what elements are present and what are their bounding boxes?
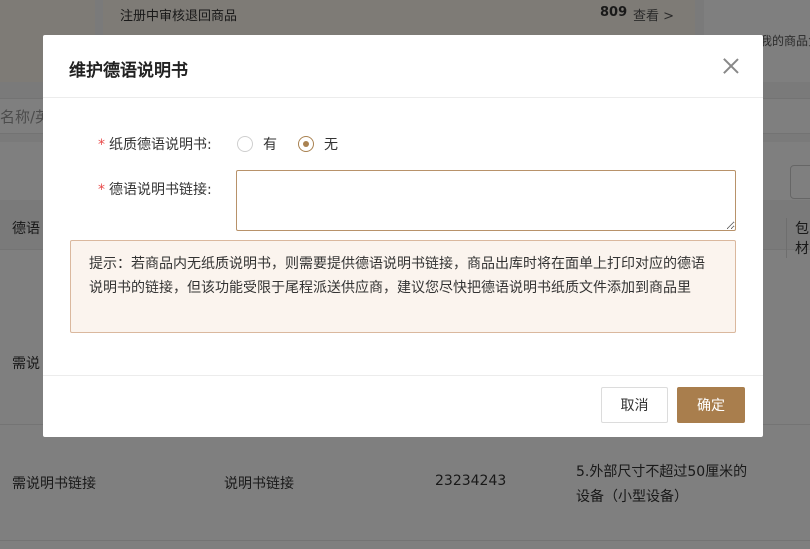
radio-option-no[interactable]: 无 (298, 134, 338, 154)
radio-circle-icon[interactable] (237, 136, 253, 152)
dialog-title: 维护德语说明书 (69, 61, 188, 81)
manual-link-label-text: 德语说明书链接: (109, 182, 212, 198)
radio-selected-icon[interactable] (298, 136, 314, 152)
cancel-button[interactable]: 取消 (601, 387, 668, 423)
paper-manual-label: * 纸质德语说明书: (98, 134, 212, 154)
radio-label: 无 (324, 137, 338, 153)
dialog-divider (43, 375, 763, 376)
dialog-divider (43, 97, 763, 98)
paper-manual-label-text: 纸质德语说明书: (109, 137, 212, 153)
notice-box: 提示：若商品内无纸质说明书，则需要提供德语说明书链接，商品出库时将在面单上打印对… (70, 240, 736, 333)
manual-dialog: 维护德语说明书 * 纸质德语说明书: 有 无 * 德语说明书链接: 提示：若商品内无… (43, 35, 763, 437)
close-icon[interactable] (720, 55, 742, 77)
manual-link-input[interactable] (236, 170, 736, 231)
radio-option-yes[interactable]: 有 (237, 134, 277, 154)
required-mark: * (98, 182, 105, 198)
manual-link-label: * 德语说明书链接: (98, 179, 212, 199)
radio-label: 有 (263, 137, 277, 153)
required-mark: * (98, 137, 105, 153)
confirm-button[interactable]: 确定 (677, 387, 745, 423)
